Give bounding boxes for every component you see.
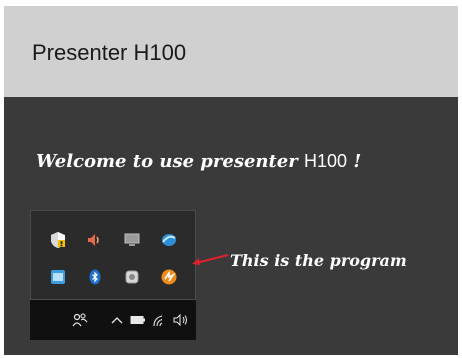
display-icon[interactable] <box>113 221 150 258</box>
title-bar: Presenter H100 <box>4 6 458 97</box>
content-panel: Welcome to use presenter H100 ! This is … <box>4 97 458 355</box>
storage-icon[interactable] <box>113 258 150 295</box>
network-app-icon[interactable] <box>150 221 187 258</box>
app-window-icon[interactable] <box>39 258 76 295</box>
welcome-suffix: ! <box>347 151 362 172</box>
security-shield-icon[interactable] <box>39 221 76 258</box>
speaker-icon[interactable] <box>172 310 190 330</box>
tray-overflow-panel <box>30 210 196 300</box>
bluetooth-icon[interactable] <box>76 258 113 295</box>
volume-icon[interactable] <box>76 221 113 258</box>
battery-icon[interactable] <box>130 310 146 330</box>
wifi-icon[interactable] <box>152 310 168 330</box>
annotation-text: This is the program <box>230 251 407 270</box>
people-icon[interactable] <box>70 310 90 330</box>
window-title: Presenter H100 <box>32 40 187 65</box>
pointer-arrow <box>192 254 229 265</box>
welcome-prefix: Welcome to use presenter <box>36 151 305 172</box>
taskbar <box>30 300 196 340</box>
welcome-model: H100 <box>304 151 348 171</box>
presenter-program-icon[interactable] <box>150 258 187 295</box>
chevron-up-icon[interactable] <box>110 310 124 330</box>
welcome-message: Welcome to use presenter H100 ! <box>36 151 361 172</box>
